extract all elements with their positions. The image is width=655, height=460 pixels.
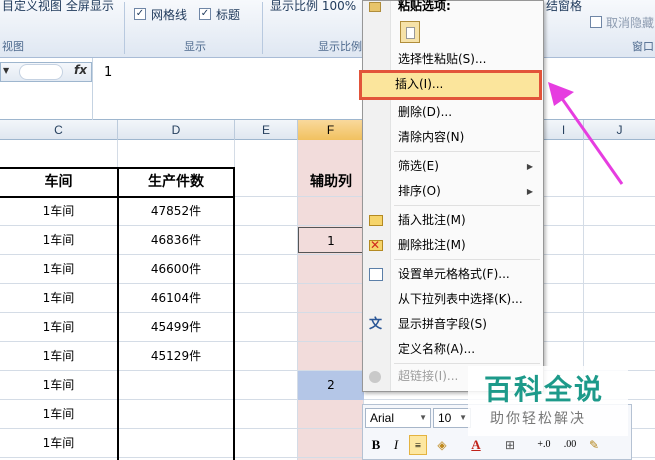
cell-workshop[interactable]: 1车间	[0, 400, 117, 429]
paste-options-label: 粘贴选项:	[398, 0, 451, 13]
font-name-select[interactable]: Arial ▼	[365, 408, 431, 428]
annotation-arrow-icon	[548, 82, 624, 185]
cell-workshop[interactable]: 1车间	[0, 226, 117, 255]
paste-options-header: 粘贴选项:	[363, 0, 543, 19]
group-label-window: 窗口	[632, 40, 654, 53]
helper-cell-1[interactable]: 1	[298, 227, 364, 253]
watermark: 百科全说 助你轻松解决	[468, 366, 628, 436]
clipboard-page-icon	[406, 27, 415, 39]
namebox-field[interactable]	[19, 64, 63, 80]
menu-item-label: 选择性粘贴(S)...	[398, 52, 487, 66]
cell-count[interactable]: 45499件	[118, 313, 234, 342]
cell-workshop[interactable]: 1车间	[0, 197, 117, 226]
fill-color-icon[interactable]: ◈	[433, 435, 451, 455]
cell-workshop[interactable]: 1车间	[0, 313, 117, 342]
cell-workshop[interactable]: 1车间	[0, 255, 117, 284]
ribbon-separator	[124, 2, 125, 54]
font-color-icon[interactable]: A	[467, 435, 485, 455]
header-helper-column[interactable]: 辅助列	[298, 154, 364, 210]
arrow-head	[548, 82, 574, 106]
paste-icon	[369, 2, 381, 12]
context-menu: 粘贴选项: 选择性粘贴(S)...	[362, 0, 544, 392]
zoom-button[interactable]: 显示比例 100%	[270, 0, 356, 14]
cell-count[interactable]: 46104件	[118, 284, 234, 313]
font-size-value: 10	[438, 411, 452, 425]
cell-count[interactable]: 46600件	[118, 255, 234, 284]
formula-separator	[92, 58, 93, 120]
headings-label: 标题	[216, 8, 241, 22]
cell-count[interactable]: 45129件	[118, 342, 234, 371]
column-header-c[interactable]: C	[0, 120, 118, 140]
menu-item-paste-special[interactable]: 选择性粘贴(S)...	[363, 47, 543, 72]
custom-views-fullscreen-buttons[interactable]: 目定义视图 全屏显示	[2, 0, 114, 14]
freeze-panes-button[interactable]: 结窗格	[546, 0, 582, 14]
dropdown-arrow-icon: ▼	[419, 413, 427, 422]
arrow-shaft	[554, 89, 624, 185]
ribbon-separator	[262, 2, 263, 54]
center-align-button[interactable]: ≡	[409, 435, 427, 455]
font-size-select[interactable]: 10 ▼	[433, 408, 471, 428]
group-label-zoom: 显示比例	[318, 40, 362, 53]
decrease-decimal-icon[interactable]: .00	[559, 435, 581, 455]
watermark-title: 百科全说	[484, 373, 605, 406]
increase-decimal-icon[interactable]: +.0	[533, 435, 555, 455]
cell-workshop[interactable]: 1车间	[0, 284, 117, 313]
font-name-value: Arial	[370, 411, 395, 425]
italic-button[interactable]: I	[387, 435, 405, 455]
cell-workshop[interactable]: 1车间	[0, 342, 117, 371]
cell-workshop[interactable]: 1车间	[0, 371, 117, 400]
helper-cell-2-selected[interactable]: 2	[298, 371, 364, 400]
paste-clipboard-icon[interactable]	[400, 21, 420, 43]
cell-count[interactable]: 47852件	[118, 197, 234, 226]
borders-icon[interactable]: ⊞	[501, 435, 519, 455]
column-header-f[interactable]: F	[298, 120, 364, 140]
cell-count[interactable]: 46836件	[118, 226, 234, 255]
group-label-show: 显示	[184, 40, 206, 53]
format-painter-icon[interactable]: ✎	[585, 435, 603, 455]
watermark-subtitle: 助你轻松解决	[490, 411, 586, 427]
gridlines-label: 网格线	[151, 8, 188, 22]
column-header-d[interactable]: D	[118, 120, 235, 140]
bold-button[interactable]: B	[367, 435, 385, 455]
group-label-views: 视图	[2, 40, 24, 53]
namebox-dropdown-icon[interactable]: ▼	[3, 66, 9, 75]
formula-input[interactable]: 1	[104, 65, 112, 80]
dropdown-arrow-icon: ▼	[459, 413, 467, 422]
gridlines-checkbox[interactable]: ✓	[134, 8, 146, 20]
menu-item-insert-highlight[interactable]: 插入(I)...	[359, 70, 542, 100]
unhide-button[interactable]: 取消隐藏	[606, 14, 654, 31]
column-header-e[interactable]: E	[235, 120, 298, 140]
ribbon: 目定义视图 全屏显示 视图 ✓ 网格线 ✓ 标题 显示 显示比例 100% 显示…	[0, 0, 655, 58]
headings-checkbox[interactable]: ✓	[199, 8, 211, 20]
cell-workshop[interactable]: 1车间	[0, 429, 117, 458]
insert-function-icon[interactable]: fx	[74, 63, 87, 77]
unhide-icon: ✓	[590, 16, 602, 28]
menu-item-insert-label[interactable]: 插入(I)...	[395, 75, 443, 92]
